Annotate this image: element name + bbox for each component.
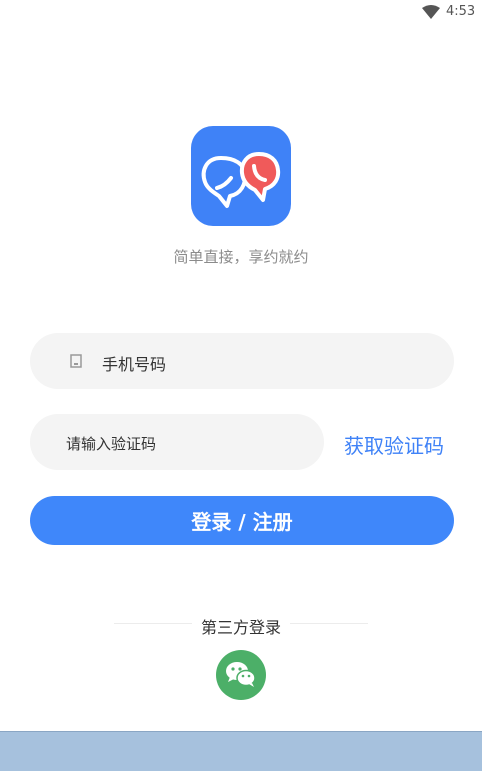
status-bar: 4:53 xyxy=(0,0,482,24)
status-time: 4:53 xyxy=(446,4,476,19)
phone-field[interactable]: 手机号码 xyxy=(30,333,454,389)
system-nav-bar xyxy=(0,731,482,771)
divider-right xyxy=(290,623,368,624)
third-party-login-label: 第三方登录 xyxy=(200,618,281,637)
wechat-icon xyxy=(226,662,256,687)
app-logo xyxy=(191,126,291,226)
get-code-button[interactable]: 获取验证码 xyxy=(344,430,444,459)
verification-code-input[interactable]: 请输入验证码 xyxy=(66,433,156,454)
phone-icon xyxy=(70,354,82,368)
slogan: 简单直接，享约就约 xyxy=(173,248,309,266)
chat-bubbles-logo-icon xyxy=(201,152,281,208)
verification-code-field[interactable]: 请输入验证码 xyxy=(30,414,324,470)
wechat-login-button[interactable] xyxy=(216,650,266,700)
wifi-icon xyxy=(422,5,440,19)
login-register-button[interactable]: 登录 / 注册 xyxy=(30,496,454,545)
phone-input[interactable]: 手机号码 xyxy=(102,351,166,375)
